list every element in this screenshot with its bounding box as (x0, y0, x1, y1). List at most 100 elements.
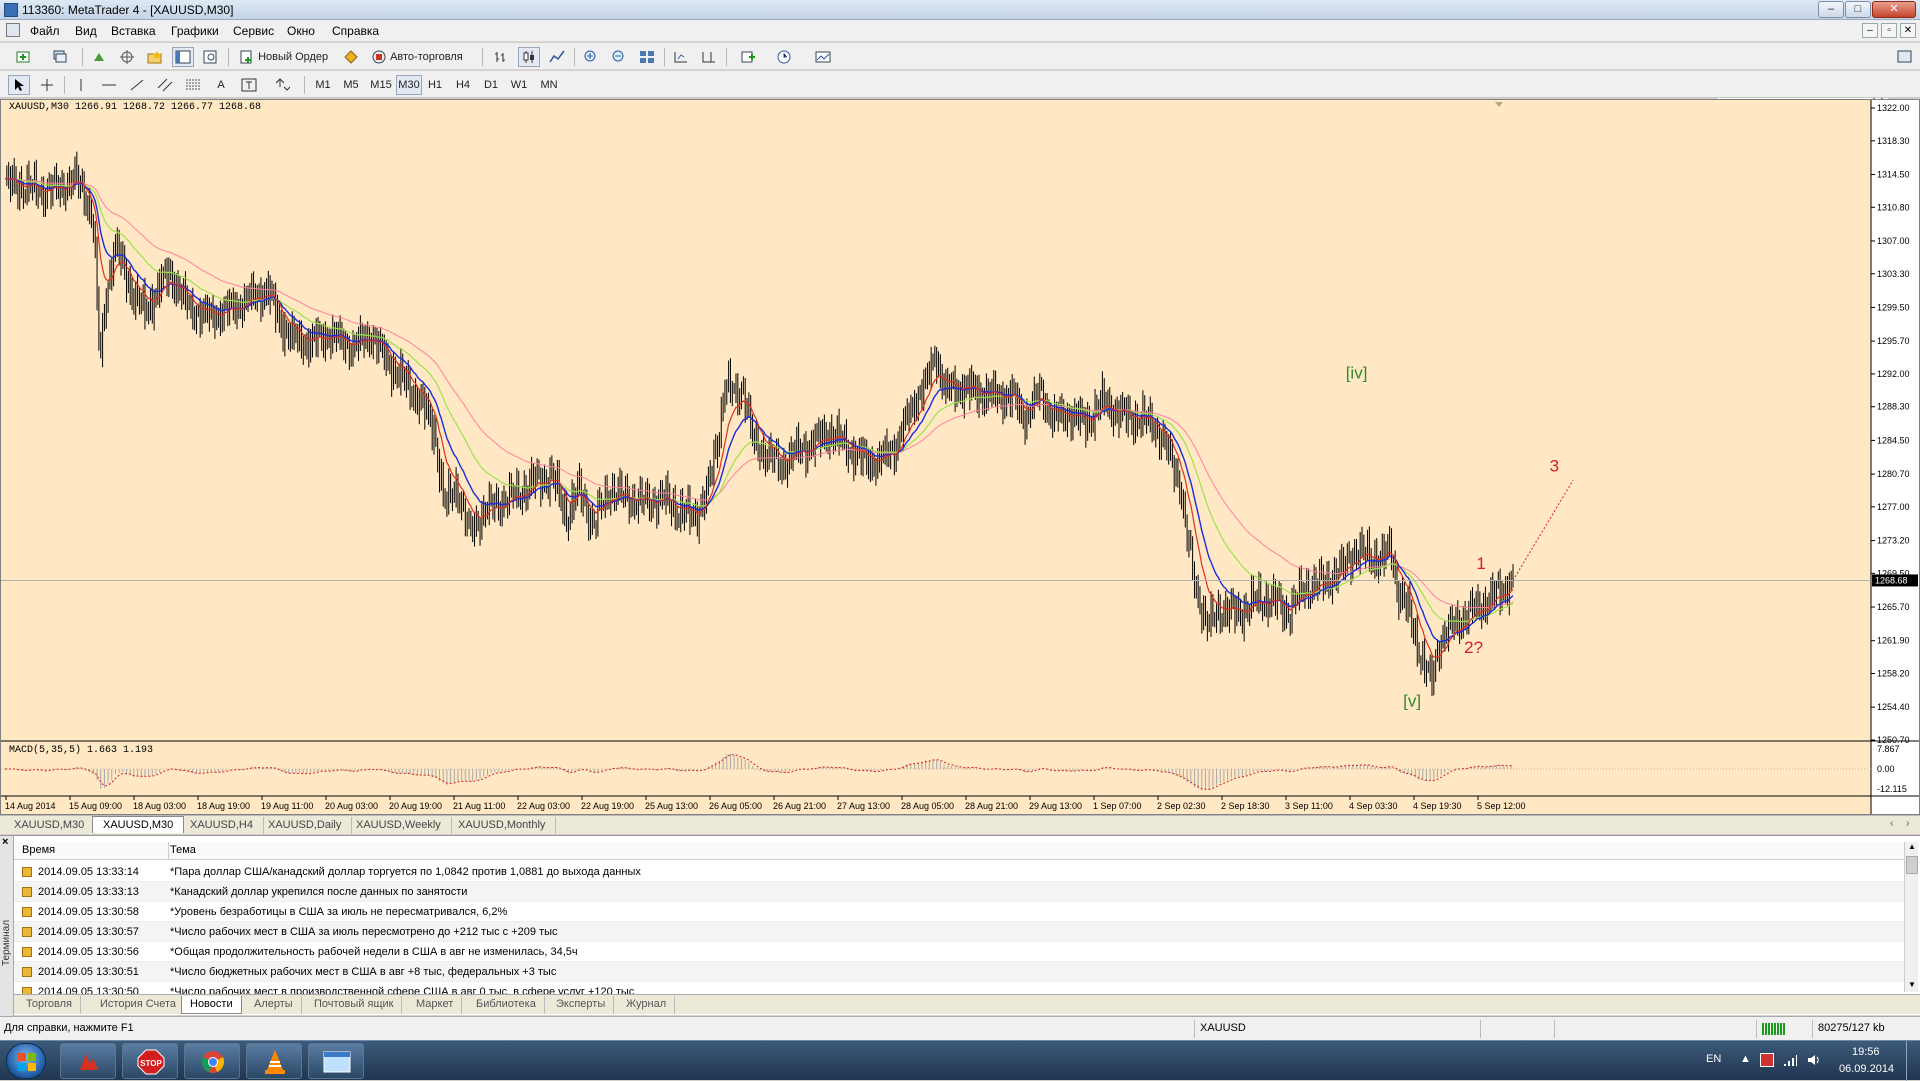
timeframe-mn[interactable]: MN (536, 75, 562, 95)
zoom-in-button[interactable] (580, 47, 602, 67)
bar-chart-button[interactable] (490, 47, 512, 67)
line-chart-button[interactable] (546, 47, 568, 67)
terminal-sidebar[interactable]: × Терминал (0, 836, 14, 1016)
metaeditor-button[interactable] (340, 47, 362, 67)
clock-date[interactable]: 06.09.2014 (1839, 1063, 1894, 1075)
tab-library[interactable]: Библиотека (468, 996, 545, 1014)
menu-window[interactable]: Окно (287, 24, 315, 38)
strategy-tester-button[interactable] (200, 47, 222, 67)
clock-time[interactable]: 19:56 (1852, 1046, 1880, 1058)
terminal-button[interactable] (172, 47, 194, 67)
menu-insert[interactable]: Вставка (111, 24, 156, 38)
data-window-button[interactable] (116, 47, 138, 67)
timeframe-m30[interactable]: M30 (396, 75, 422, 95)
chart-tab[interactable]: XAUUSD,Weekly (346, 817, 452, 834)
close-button[interactable]: ✕ (1872, 1, 1916, 18)
news-row[interactable]: 2014.09.05 13:33:13 *Канадский доллар укр… (14, 882, 1904, 902)
action-center-flag-icon[interactable] (1760, 1053, 1774, 1067)
horizontal-line-tool[interactable] (98, 75, 120, 95)
terminal-scrollbar[interactable]: ▲ ▼ (1904, 842, 1918, 992)
tab-experts[interactable]: Эксперты (548, 996, 615, 1014)
tab-news[interactable]: Новости (181, 996, 242, 1014)
auto-scroll-button[interactable] (670, 47, 692, 67)
show-desktop-button[interactable] (1906, 1041, 1920, 1081)
chart-tab[interactable]: XAUUSD,H4 (180, 817, 264, 834)
periods-button[interactable] (770, 47, 800, 67)
taskbar-chrome[interactable] (184, 1043, 240, 1079)
cursor-tool[interactable] (8, 75, 30, 95)
chart-window-icon[interactable] (6, 23, 20, 37)
equidistant-channel-tool[interactable] (154, 75, 176, 95)
close-icon[interactable]: × (2, 836, 8, 848)
scroll-up-arrow[interactable]: ▲ (1906, 842, 1918, 854)
chart-tab-active[interactable]: XAUUSD,M30 (92, 816, 185, 833)
window-titlebar[interactable]: 113360: MetaTrader 4 - [XAUUSD,M30] – □ … (0, 0, 1920, 20)
chart-shift-button[interactable] (698, 47, 720, 67)
tile-windows-button[interactable] (636, 47, 658, 67)
new-chart-button[interactable] (8, 47, 40, 67)
text-label-tool[interactable] (238, 75, 260, 95)
text-tool[interactable]: A (210, 75, 232, 95)
tab-market[interactable]: Маркет (408, 996, 463, 1014)
tab-scroll-right[interactable]: › (1906, 818, 1909, 829)
price-chart[interactable]: 1322.00 1318.30 1314.50 1310.80 1307.00 1303.… (1, 100, 1919, 814)
mdi-minimize-button[interactable]: – (1862, 23, 1878, 38)
trendline-tool[interactable] (126, 75, 148, 95)
community-button[interactable] (1894, 47, 1916, 67)
menu-help[interactable]: Справка (332, 24, 379, 38)
crosshair-tool[interactable] (36, 75, 58, 95)
taskbar-window-app[interactable] (308, 1043, 364, 1079)
news-row[interactable]: 2014.09.05 13:33:14 *Пара доллар США/кана… (14, 862, 1904, 882)
taskbar-metatrader[interactable] (60, 1043, 116, 1079)
mdi-restore-button[interactable]: ▫ (1881, 23, 1897, 38)
scroll-thumb[interactable] (1906, 856, 1918, 874)
tab-alerts[interactable]: Алерты (246, 996, 302, 1014)
timeframe-h4[interactable]: H4 (452, 75, 474, 95)
mdi-close-button[interactable]: ✕ (1900, 23, 1916, 38)
keyboard-language[interactable]: EN (1706, 1053, 1721, 1065)
timeframe-d1[interactable]: D1 (480, 75, 502, 95)
menu-charts[interactable]: Графики (171, 24, 219, 38)
volume-icon[interactable] (1806, 1052, 1822, 1068)
news-row[interactable]: 2014.09.05 13:30:57 *Число рабочих мест в… (14, 922, 1904, 942)
start-button[interactable] (6, 1043, 46, 1079)
tray-expand-icon[interactable]: ▲ (1740, 1053, 1751, 1065)
taskbar-vlc[interactable] (246, 1043, 302, 1079)
auto-trading-button[interactable]: Авто-торговля (368, 47, 476, 67)
timeframe-m15[interactable]: M15 (368, 75, 394, 95)
chart-tab[interactable]: XAUUSD,Daily (258, 817, 353, 834)
market-watch-button[interactable] (88, 47, 110, 67)
tab-mailbox[interactable]: Почтовый ящик (306, 996, 403, 1014)
network-signal-icon[interactable] (1782, 1052, 1798, 1068)
zoom-out-button[interactable] (608, 47, 630, 67)
navigator-button[interactable] (144, 47, 166, 67)
news-row[interactable]: 2014.09.05 13:30:51 *Число бюджетных рабо… (14, 962, 1904, 982)
tab-trade[interactable]: Торговля (18, 996, 81, 1014)
candlestick-chart-button[interactable] (518, 47, 540, 67)
column-topic[interactable]: Тема (170, 844, 196, 856)
vertical-line-tool[interactable] (70, 75, 92, 95)
menu-file[interactable]: Файл (30, 24, 60, 38)
tab-scroll-left[interactable]: ‹ (1890, 818, 1893, 829)
chart-tab[interactable]: XAUUSD,Monthly (448, 817, 557, 834)
scroll-down-arrow[interactable]: ▼ (1906, 980, 1918, 992)
timeframe-h1[interactable]: H1 (424, 75, 446, 95)
new-order-button[interactable]: Новый Ордер (236, 47, 336, 67)
maximize-button[interactable]: □ (1845, 1, 1871, 18)
chart-window[interactable]: 1322.00 1318.30 1314.50 1310.80 1307.00 1303.… (0, 99, 1920, 815)
news-row[interactable]: 2014.09.05 13:30:56 *Общая продолжительно… (14, 942, 1904, 962)
taskbar-stop-app[interactable]: STOP (122, 1043, 178, 1079)
tab-account-history[interactable]: История Счета (92, 996, 186, 1014)
timeframe-m1[interactable]: M1 (312, 75, 334, 95)
chart-tab[interactable]: XAUUSD,M30 (4, 817, 96, 834)
tab-journal[interactable]: Журнал (618, 996, 676, 1014)
minimize-button[interactable]: – (1818, 1, 1844, 18)
timeframe-m5[interactable]: M5 (340, 75, 362, 95)
menu-tools[interactable]: Сервис (233, 24, 274, 38)
fibonacci-tool[interactable] (182, 75, 204, 95)
indicators-button[interactable] (734, 47, 764, 67)
profiles-button[interactable] (44, 47, 76, 67)
arrows-tool[interactable] (266, 75, 298, 95)
templates-button[interactable] (806, 47, 840, 67)
column-time[interactable]: Время (22, 844, 55, 856)
